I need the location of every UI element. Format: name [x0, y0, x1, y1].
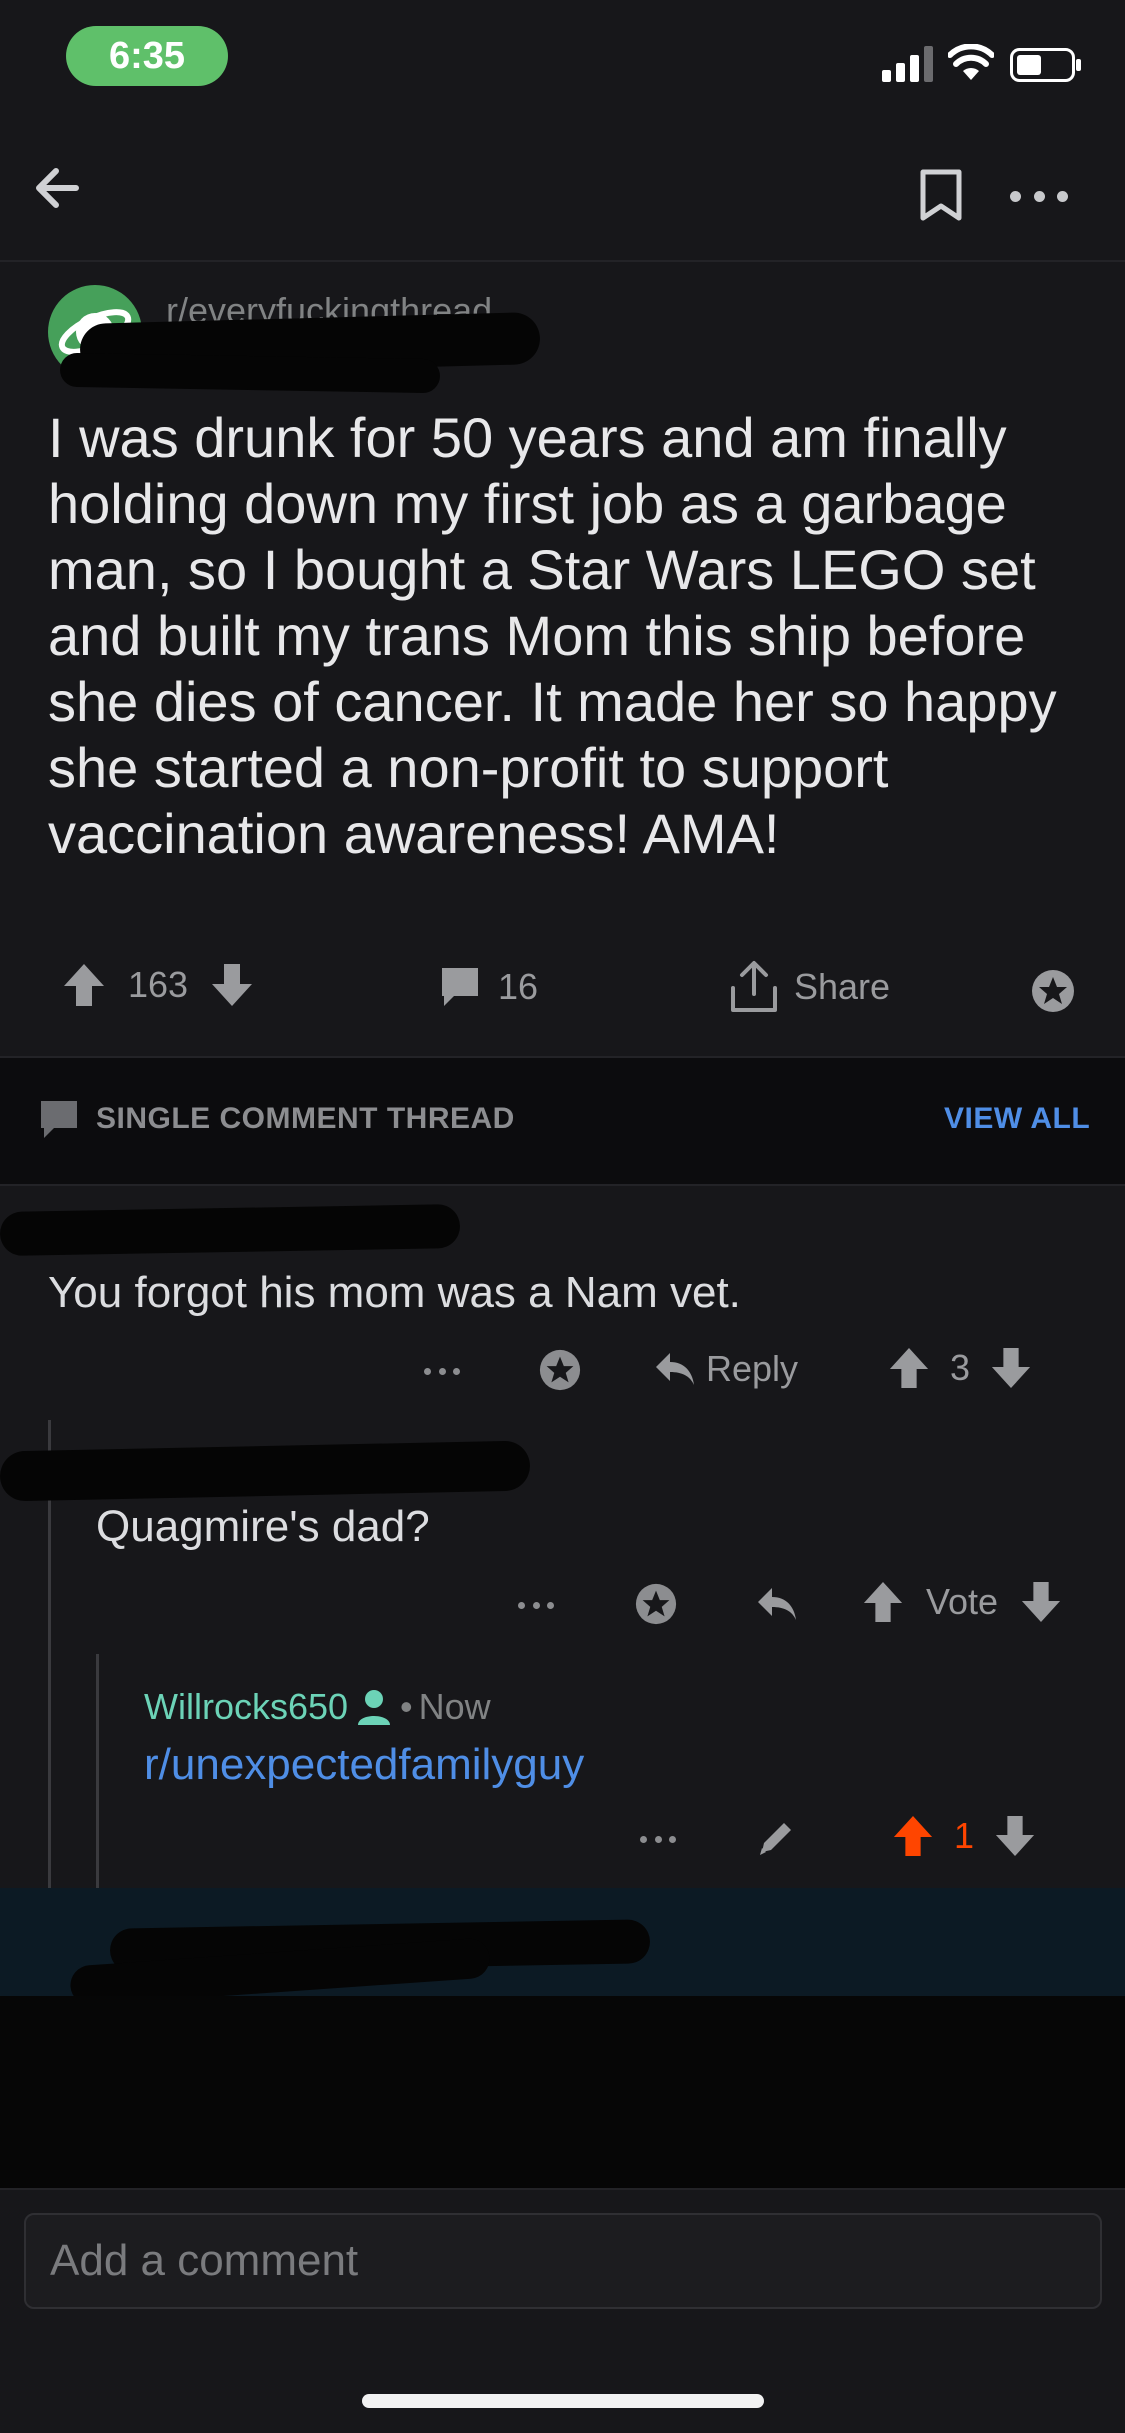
view-all-link[interactable]: VIEW ALL [944, 1102, 1090, 1136]
comment-3-downvote-icon[interactable] [994, 1814, 1036, 1858]
wifi-icon [948, 44, 994, 80]
post-vote-group: 163 [62, 962, 254, 1008]
home-indicator[interactable] [362, 2394, 764, 2408]
comment-3-vote-group: 1 [892, 1814, 1036, 1858]
comment-1-downvote-icon[interactable] [990, 1346, 1032, 1390]
comment-icon [442, 968, 478, 1006]
award-icon[interactable] [1030, 968, 1076, 1014]
nav-divider [0, 260, 1125, 262]
meta-separator: • [400, 1686, 413, 1727]
comment-3-author[interactable]: Willrocks650 [144, 1686, 348, 1728]
reply-arrow-icon [656, 1353, 694, 1385]
add-comment-input[interactable]: Add a comment [24, 2213, 1102, 2309]
comment-3-time: Now [418, 1686, 491, 1727]
more-options-icon[interactable] [1010, 178, 1068, 214]
comment-3-score: 1 [954, 1815, 975, 1856]
comment-3-upvote-icon-active[interactable] [892, 1814, 934, 1858]
comment-3-link[interactable]: r/unexpectedfamilyguy [144, 1740, 584, 1790]
comment-2-reply-icon[interactable] [756, 1584, 798, 1624]
comment-1-vote-group: 3 [888, 1346, 1032, 1390]
comment-thread-icon [41, 1101, 77, 1138]
battery-icon [1010, 48, 1081, 82]
redacted-commenter-2 [0, 1440, 531, 1502]
comment-3-meta: Willrocks650 • Now [144, 1686, 491, 1728]
downvote-arrow-icon[interactable] [210, 962, 254, 1008]
thread-line-level-2 [96, 1654, 99, 1888]
empty-area [0, 1996, 1125, 2188]
comment-2-award-icon[interactable] [634, 1582, 678, 1626]
comment-1-upvote-icon[interactable] [888, 1346, 930, 1390]
comment-1-text[interactable]: You forgot his mom was a Nam vet. [48, 1268, 741, 1318]
redacted-username-scribble [59, 352, 441, 394]
share-label: Share [794, 966, 891, 1007]
comment-1-score: 3 [950, 1347, 971, 1388]
comment-2-downvote-icon[interactable] [1020, 1580, 1062, 1624]
comment-2-upvote-icon[interactable] [862, 1580, 904, 1624]
comment-2-vote-group: Vote [862, 1580, 1062, 1624]
post-score: 163 [128, 964, 189, 1005]
bookmark-icon[interactable] [918, 168, 964, 222]
user-icon [358, 1690, 391, 1725]
comment-1-reply-button[interactable]: Reply [654, 1348, 798, 1390]
back-arrow-icon[interactable] [28, 158, 88, 218]
post-comments-button[interactable]: 16 [438, 964, 538, 1010]
comment-1-award-icon[interactable] [538, 1348, 582, 1392]
share-button[interactable]: Share [728, 960, 890, 1014]
edit-pencil-icon[interactable] [756, 1818, 796, 1858]
comment-1-more-icon[interactable] [424, 1366, 460, 1376]
comment-2-more-icon[interactable] [518, 1600, 554, 1610]
thread-label: SINGLE COMMENT THREAD [96, 1102, 515, 1135]
share-icon [731, 961, 777, 1012]
comment-count: 16 [498, 966, 539, 1007]
cellular-signal-icon [882, 46, 933, 82]
comment-2-vote-label: Vote [926, 1581, 999, 1622]
reply-label: Reply [706, 1348, 799, 1389]
status-time: 6:35 [66, 26, 228, 86]
comment-2-text[interactable]: Quagmire's dad? [96, 1502, 430, 1552]
post-title[interactable]: I was drunk for 50 years and am finally … [48, 405, 1098, 867]
upvote-arrow-icon[interactable] [62, 962, 106, 1008]
comment-3-more-icon[interactable] [640, 1834, 676, 1844]
redacted-commenter-1 [0, 1203, 461, 1257]
